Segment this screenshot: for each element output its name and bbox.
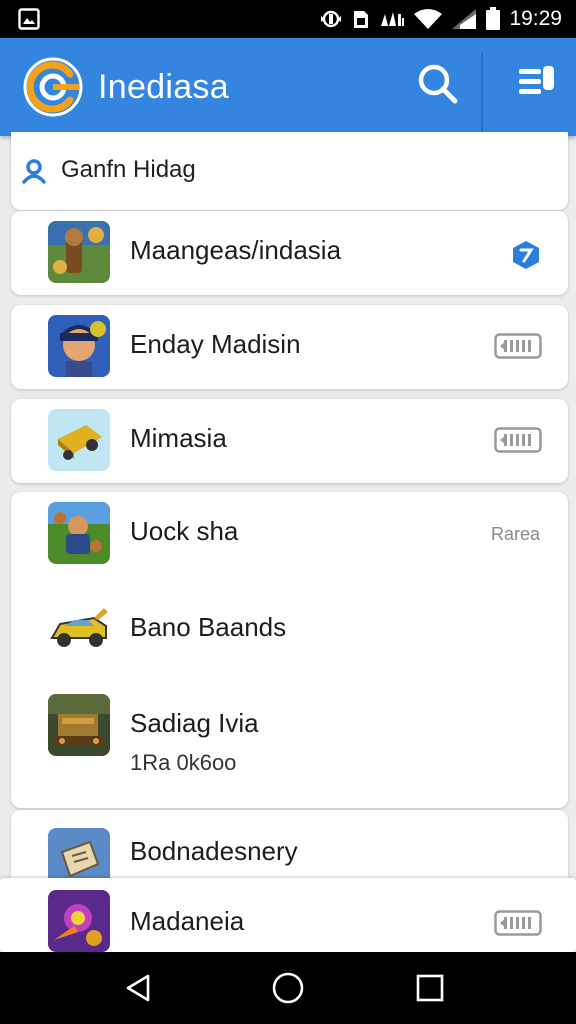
recents-icon <box>415 973 445 1007</box>
menu-icon <box>515 63 557 109</box>
game-icon-fighter <box>48 221 110 283</box>
gallery-icon <box>18 8 40 30</box>
list-item-label: Enday Madisin <box>130 329 301 359</box>
list-item[interactable]: Sadiag Ivia 1Ra 0k6oo <box>11 684 568 794</box>
list-item-status: Rarea <box>490 524 540 544</box>
list-item-label: Bodnadesnery <box>130 836 298 866</box>
list-item[interactable]: Uock sha Rarea <box>11 492 568 576</box>
storage-chip-icon <box>494 427 542 457</box>
list-item[interactable]: Maangeas/indasia <box>11 211 568 295</box>
search-query: Ganfn Hidag <box>61 156 196 183</box>
battery-icon <box>485 7 501 31</box>
list-item[interactable]: Madaneia <box>0 878 576 952</box>
storage-chip-icon <box>494 333 542 363</box>
list-item-label: Madaneia <box>130 906 245 936</box>
signal-bars-icon <box>379 8 405 30</box>
home-button[interactable] <box>270 972 306 1008</box>
list-item-label: Maangeas/indasia <box>130 235 342 265</box>
list-item-label: Mimasia <box>130 423 227 453</box>
game-icon-hero <box>48 315 110 377</box>
storage-chip-icon <box>494 910 542 940</box>
cellular-icon <box>451 8 477 30</box>
status-time: 19:29 <box>509 7 562 30</box>
navigation-badge-icon <box>510 239 542 275</box>
game-icon-warrior <box>48 502 110 564</box>
game-icon-tank <box>48 694 110 756</box>
game-icon-cart <box>48 409 110 471</box>
app-bar: Inediasa <box>0 38 576 136</box>
list-group: Uock sha Rarea Bano Baands Sadiag Ivia 1… <box>11 492 568 808</box>
sync-icon <box>319 8 343 30</box>
status-bar: 19:29 <box>0 0 576 38</box>
list-item[interactable]: Mimasia <box>11 399 568 483</box>
list-item-subtitle: 1Ra 0k6oo <box>130 750 237 775</box>
app-title: Inediasa <box>98 68 229 106</box>
game-icon-magic <box>48 890 110 952</box>
wifi-icon <box>413 8 443 30</box>
list-item[interactable]: Enday Madisin <box>11 305 568 389</box>
person-icon <box>21 158 47 188</box>
search-button[interactable] <box>414 62 462 110</box>
app-logo-icon[interactable] <box>22 56 84 118</box>
back-button[interactable] <box>120 972 156 1008</box>
game-icon-car <box>48 598 110 660</box>
back-icon <box>122 972 154 1008</box>
app-bar-divider <box>481 52 483 136</box>
search-icon <box>416 62 460 110</box>
menu-button[interactable] <box>512 62 560 110</box>
list-item-label: Sadiag Ivia <box>130 708 259 738</box>
list-item[interactable]: Bano Baands <box>11 588 568 672</box>
search-bar[interactable]: Ganfn Hidag <box>11 132 568 210</box>
sim-icon <box>351 8 371 30</box>
recents-button[interactable] <box>412 972 448 1008</box>
home-icon <box>271 971 305 1009</box>
navigation-bar <box>0 952 576 1024</box>
list-item-label: Bano Baands <box>130 612 287 642</box>
list-item-label: Uock sha <box>130 516 239 546</box>
